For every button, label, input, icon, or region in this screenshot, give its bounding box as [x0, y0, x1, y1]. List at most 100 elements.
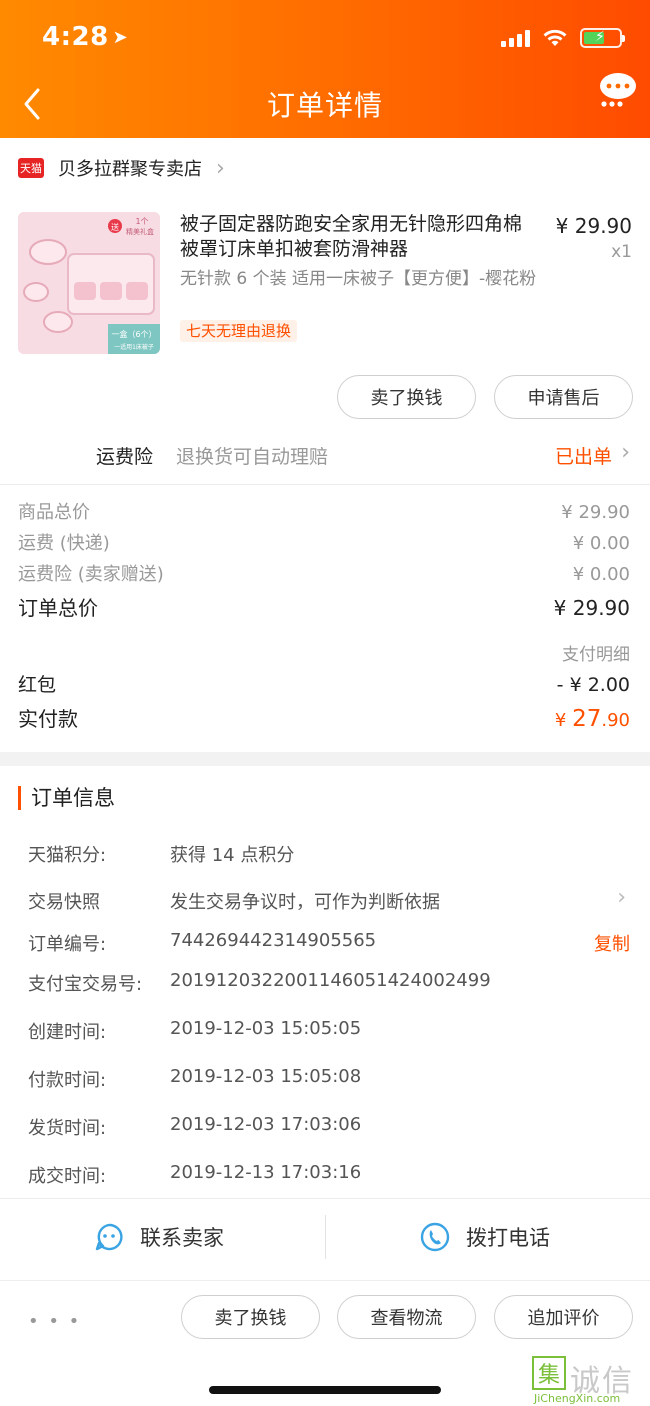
- location-arrow-icon: ➤: [112, 27, 129, 48]
- after-sale-button[interactable]: 申请售后: [494, 375, 633, 419]
- phone-icon: [420, 1222, 450, 1252]
- info-label: 天猫积分:: [28, 845, 107, 866]
- info-label: 发货时间:: [28, 1118, 107, 1139]
- home-indicator: [209, 1386, 441, 1394]
- redpack-label: 红包: [18, 674, 57, 696]
- info-value: 2019-12-03 15:05:08: [170, 1066, 362, 1087]
- chevron-right-icon: ›: [216, 155, 225, 181]
- product-item[interactable]: 送 1个 精美礼盒 一盒（6个） 一适用1床被子 被子固定器防跑安全家用无针隐形…: [18, 212, 632, 354]
- return-policy-badge: 七天无理由退换: [180, 320, 298, 342]
- info-label: 支付宝交易号:: [28, 974, 143, 995]
- info-value: 获得 14 点积分: [170, 845, 295, 866]
- shipping-row: 运费 (快递) ¥ 0.00: [18, 529, 630, 555]
- info-value: 2019-12-13 17:03:16: [170, 1162, 362, 1183]
- product-image-box: 一盒（6个）: [111, 329, 156, 339]
- shop-row[interactable]: 天猫 贝多拉群聚专卖店 ›: [0, 144, 650, 192]
- insurance-label: 运费险: [96, 446, 154, 468]
- watermark-logo: 集 诚信 JiChengXin.com: [532, 1356, 644, 1405]
- insurance-fee-label: 运费险 (卖家赠送): [18, 564, 164, 585]
- call-phone-button[interactable]: 拨打电话: [420, 1199, 550, 1275]
- info-label: 订单编号:: [28, 934, 107, 955]
- info-value: 发生交易争议时，可作为判断依据: [170, 892, 440, 913]
- info-label: 付款时间:: [28, 1070, 107, 1091]
- sell-button[interactable]: 卖了换钱: [337, 375, 476, 419]
- chat-bubble-icon: [600, 73, 636, 107]
- add-review-button[interactable]: 追加评价: [494, 1295, 633, 1339]
- info-value: 2019120322001146051424002499: [170, 970, 491, 991]
- wifi-icon: [543, 29, 567, 46]
- product-title: 被子固定器防跑安全家用无针隐形四角棉被罩订床单扣被套防滑神器: [180, 213, 523, 260]
- product-quantity: x1: [611, 242, 632, 262]
- insurance-status: 已出单: [554, 446, 612, 468]
- copy-button[interactable]: 复制: [594, 930, 630, 956]
- product-image-box-sub: 一适用1床被子: [114, 343, 154, 351]
- order-total-label: 订单总价: [18, 596, 98, 620]
- order-total-row: 订单总价 ¥ 29.90: [18, 592, 630, 621]
- order-total-value: ¥ 29.90: [553, 596, 630, 620]
- shipping-label: 运费 (快递): [18, 533, 110, 554]
- redpack-value: - ¥ 2.00: [556, 674, 630, 696]
- insurance-fee-value: ¥ 0.00: [572, 564, 630, 585]
- info-row-shipped: 发货时间: 2019-12-03 17:03:06: [28, 1114, 630, 1144]
- contact-seller-label: 联系卖家: [140, 1226, 224, 1250]
- info-label: 创建时间:: [28, 1022, 107, 1043]
- product-price: ¥ 29.90: [555, 214, 632, 238]
- contact-seller-button[interactable]: 联系卖家: [94, 1199, 224, 1275]
- call-phone-label: 拨打电话: [466, 1226, 550, 1250]
- bottom-sell-button[interactable]: 卖了换钱: [181, 1295, 320, 1339]
- product-image-gift-line2: 精美礼盒: [126, 227, 154, 236]
- header-bar: 4:28 ➤ ⚡ 订单详情: [0, 0, 650, 138]
- paid-value: ¥ 27.90: [555, 706, 630, 732]
- order-info-title: 订单信息: [18, 786, 115, 810]
- product-spec: 无针款 6 个装 适用一床被子【更方便】-樱花粉: [180, 269, 537, 289]
- contact-divider: [325, 1215, 326, 1259]
- shipping-insurance-row[interactable]: 运费险 退换货可自动理赔 已出单 ›: [0, 432, 650, 478]
- shipping-value: ¥ 0.00: [572, 533, 630, 554]
- paid-row: 实付款 ¥ 27.90: [18, 703, 630, 732]
- paid-integer: 27: [572, 706, 602, 732]
- payment-detail-link[interactable]: 支付明细: [562, 640, 630, 665]
- status-icons: ⚡: [501, 28, 625, 48]
- product-image[interactable]: 送 1个 精美礼盒 一盒（6个） 一适用1床被子: [18, 212, 160, 354]
- status-time-text: 4:28: [42, 22, 109, 52]
- more-menu-button[interactable]: [598, 70, 638, 110]
- insurance-fee-row: 运费险 (卖家赠送) ¥ 0.00: [18, 560, 630, 586]
- section-gap: [0, 752, 650, 766]
- insurance-desc: 退换货可自动理赔: [176, 446, 329, 468]
- chevron-right-icon: ›: [621, 440, 630, 465]
- divider: [0, 484, 650, 485]
- goods-total-value: ¥ 29.90: [561, 502, 630, 523]
- chevron-right-icon: ›: [617, 885, 626, 910]
- info-value: 744269442314905565: [170, 930, 377, 951]
- info-row-order-number: 订单编号: 744269442314905565 复制: [28, 930, 630, 960]
- info-row-points: 天猫积分: 获得 14 点积分: [28, 841, 630, 871]
- info-row-snapshot[interactable]: 交易快照 发生交易争议时，可作为判断依据 ›: [28, 885, 630, 918]
- product-image-gift: 送: [111, 222, 119, 232]
- goods-total-row: 商品总价 ¥ 29.90: [18, 498, 630, 524]
- product-image-gift-line1: 1个: [135, 217, 148, 226]
- watermark-url: JiChengXin.com: [534, 1392, 621, 1405]
- info-label: 成交时间:: [28, 1166, 107, 1187]
- paid-currency: ¥: [554, 710, 567, 731]
- redpack-row: 红包 - ¥ 2.00: [18, 670, 630, 697]
- goods-total-label: 商品总价: [18, 502, 90, 523]
- paid-label: 实付款: [18, 707, 78, 731]
- tmall-logo-icon: 天猫: [18, 158, 44, 178]
- info-row-paid: 付款时间: 2019-12-03 15:05:08: [28, 1066, 630, 1096]
- shop-name: 贝多拉群聚专卖店: [58, 159, 202, 180]
- paid-decimal: .90: [601, 710, 630, 731]
- page-title: 订单详情: [266, 89, 383, 122]
- view-logistics-button[interactable]: 查看物流: [337, 1295, 476, 1339]
- info-value: 2019-12-03 17:03:06: [170, 1114, 362, 1135]
- watermark-box: 集: [532, 1356, 566, 1390]
- info-label: 交易快照: [28, 892, 100, 913]
- contact-bar: 联系卖家 拨打电话: [0, 1198, 650, 1274]
- chat-face-icon: [95, 1223, 123, 1251]
- cellular-signal-icon: [501, 29, 530, 47]
- info-value: 2019-12-03 15:05:05: [170, 1018, 362, 1039]
- info-row-alipay-number: 支付宝交易号: 2019120322001146051424002499: [28, 970, 630, 1000]
- more-actions-button[interactable]: • • •: [28, 1311, 81, 1332]
- battery-icon: ⚡: [580, 28, 625, 48]
- status-time: 4:28 ➤: [42, 22, 128, 52]
- info-row-created: 创建时间: 2019-12-03 15:05:05: [28, 1018, 630, 1048]
